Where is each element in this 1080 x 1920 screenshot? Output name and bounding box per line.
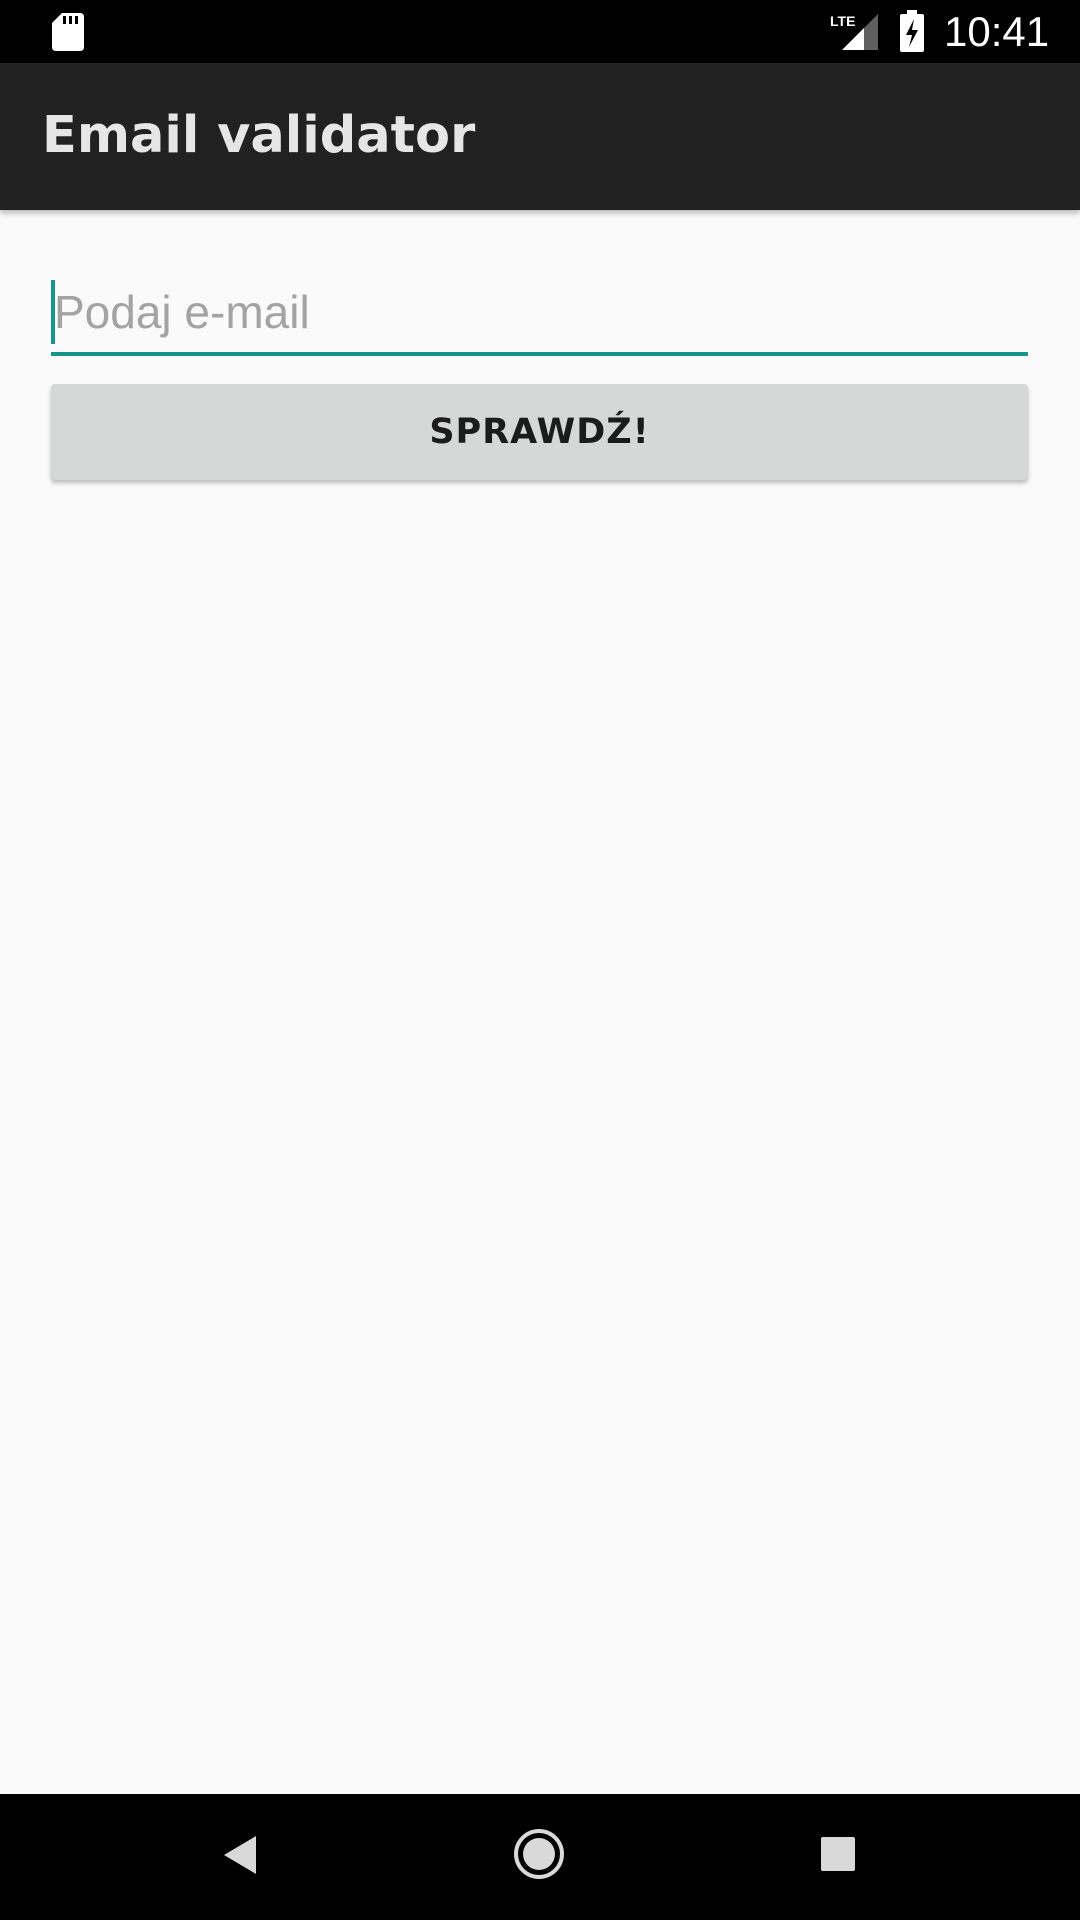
app-title: Email validator bbox=[42, 106, 476, 165]
navigation-bar bbox=[0, 1794, 1080, 1920]
email-input[interactable] bbox=[54, 272, 1024, 352]
email-field[interactable] bbox=[51, 272, 1028, 356]
back-icon[interactable] bbox=[222, 1834, 258, 1876]
svg-text:LTE: LTE bbox=[830, 13, 855, 29]
content-area: SPRAWDŹ! bbox=[0, 210, 1080, 1794]
battery-charging-icon bbox=[900, 10, 924, 52]
sd-card-icon bbox=[52, 13, 84, 51]
app-bar: Email validator bbox=[0, 63, 1080, 210]
check-button[interactable]: SPRAWDŹ! bbox=[51, 384, 1028, 480]
lte-signal-icon: LTE bbox=[830, 13, 878, 50]
screen: LTE 10:41 Email validator SPRAWDŹ! bbox=[0, 0, 1080, 1920]
home-icon[interactable] bbox=[513, 1828, 565, 1880]
recents-icon[interactable] bbox=[821, 1837, 855, 1871]
clock: 10:41 bbox=[944, 8, 1050, 55]
status-bar: LTE 10:41 bbox=[0, 0, 1080, 63]
